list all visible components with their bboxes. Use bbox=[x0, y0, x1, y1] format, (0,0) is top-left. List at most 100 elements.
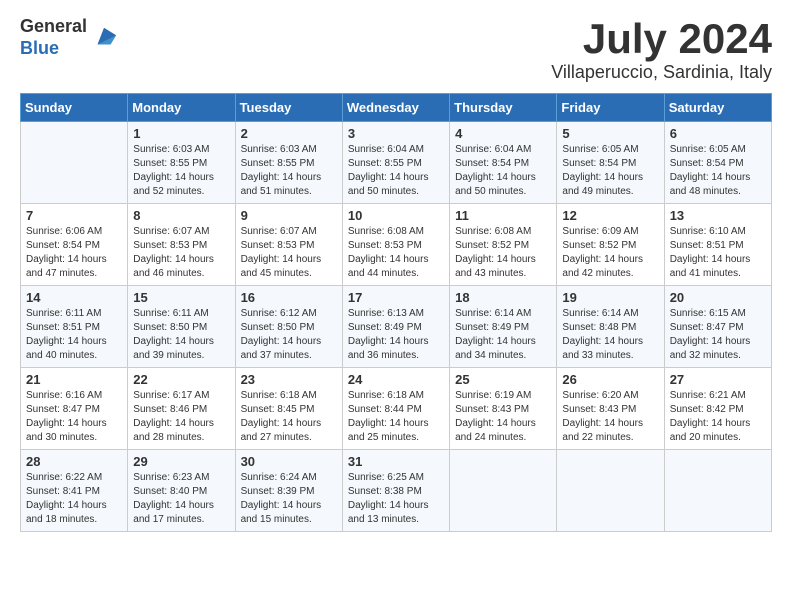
cell-info: Sunrise: 6:12 AMSunset: 8:50 PMDaylight:… bbox=[241, 307, 337, 363]
calendar-cell bbox=[21, 122, 128, 204]
calendar-cell: 30Sunrise: 6:24 AMSunset: 8:39 PMDayligh… bbox=[235, 450, 342, 532]
day-number: 16 bbox=[241, 290, 337, 305]
cell-info: Sunrise: 6:06 AMSunset: 8:54 PMDaylight:… bbox=[26, 225, 122, 281]
calendar-week-row: 1 Sunrise: 6:03 AMSunset: 8:55 PMDaylight… bbox=[21, 122, 772, 204]
weekday-header-saturday: Saturday bbox=[664, 94, 771, 122]
calendar-week-row: 21 Sunrise: 6:16 AMSunset: 8:47 PMDayligh… bbox=[21, 368, 772, 450]
calendar-cell: 31 Sunrise: 6:25 AMSunset: 8:38 PMDayligh… bbox=[342, 450, 449, 532]
calendar-cell bbox=[450, 450, 557, 532]
calendar-table: SundayMondayTuesdayWednesdayThursdayFrid… bbox=[20, 93, 772, 532]
day-number: 28 bbox=[26, 454, 122, 469]
day-number: 21 bbox=[26, 372, 122, 387]
cell-info: Sunrise: 6:08 AMSunset: 8:52 PMDaylight:… bbox=[455, 225, 551, 281]
calendar-cell: 15 Sunrise: 6:11 AMSunset: 8:50 PMDayligh… bbox=[128, 286, 235, 368]
logo-blue-text: Blue bbox=[20, 38, 87, 60]
calendar-cell: 5Sunrise: 6:05 AMSunset: 8:54 PMDaylight… bbox=[557, 122, 664, 204]
day-number: 25 bbox=[455, 372, 551, 387]
cell-info: Sunrise: 6:07 AMSunset: 8:53 PMDaylight:… bbox=[241, 225, 337, 281]
cell-info: Sunrise: 6:11 AMSunset: 8:50 PMDaylight:… bbox=[133, 307, 229, 363]
calendar-cell: 29 Sunrise: 6:23 AMSunset: 8:40 PMDayligh… bbox=[128, 450, 235, 532]
calendar-cell: 20Sunrise: 6:15 AMSunset: 8:47 PMDayligh… bbox=[664, 286, 771, 368]
weekday-header-sunday: Sunday bbox=[21, 94, 128, 122]
calendar-cell: 9Sunrise: 6:07 AMSunset: 8:53 PMDaylight… bbox=[235, 204, 342, 286]
calendar-cell: 16 Sunrise: 6:12 AMSunset: 8:50 PMDayligh… bbox=[235, 286, 342, 368]
calendar-cell: 3 Sunrise: 6:04 AMSunset: 8:55 PMDaylight… bbox=[342, 122, 449, 204]
cell-info: Sunrise: 6:18 AMSunset: 8:44 PMDaylight:… bbox=[348, 389, 444, 445]
logo-icon bbox=[90, 24, 118, 52]
day-number: 12 bbox=[562, 208, 658, 223]
day-number: 29 bbox=[133, 454, 229, 469]
cell-info: Sunrise: 6:08 AMSunset: 8:53 PMDaylight:… bbox=[348, 225, 444, 281]
weekday-header-tuesday: Tuesday bbox=[235, 94, 342, 122]
logo-general-text: General bbox=[20, 16, 87, 38]
calendar-week-row: 28 Sunrise: 6:22 AMSunset: 8:41 PMDayligh… bbox=[21, 450, 772, 532]
day-number: 5 bbox=[562, 126, 658, 141]
calendar-cell: 17 Sunrise: 6:13 AMSunset: 8:49 PMDayligh… bbox=[342, 286, 449, 368]
logo: General Blue bbox=[20, 16, 118, 59]
cell-info: Sunrise: 6:09 AMSunset: 8:52 PMDaylight:… bbox=[562, 225, 658, 281]
day-number: 6 bbox=[670, 126, 766, 141]
cell-info: Sunrise: 6:18 AMSunset: 8:45 PMDaylight:… bbox=[241, 389, 337, 445]
cell-info: Sunrise: 6:19 AMSunset: 8:43 PMDaylight:… bbox=[455, 389, 551, 445]
calendar-cell: 19Sunrise: 6:14 AMSunset: 8:48 PMDayligh… bbox=[557, 286, 664, 368]
weekday-header-friday: Friday bbox=[557, 94, 664, 122]
cell-info: Sunrise: 6:03 AMSunset: 8:55 PMDaylight:… bbox=[241, 143, 337, 199]
cell-info: Sunrise: 6:16 AMSunset: 8:47 PMDaylight:… bbox=[26, 389, 122, 445]
calendar-cell: 21 Sunrise: 6:16 AMSunset: 8:47 PMDayligh… bbox=[21, 368, 128, 450]
calendar-cell: 7 Sunrise: 6:06 AMSunset: 8:54 PMDaylight… bbox=[21, 204, 128, 286]
calendar-cell: 4 Sunrise: 6:04 AMSunset: 8:54 PMDaylight… bbox=[450, 122, 557, 204]
calendar-cell: 10 Sunrise: 6:08 AMSunset: 8:53 PMDayligh… bbox=[342, 204, 449, 286]
day-number: 19 bbox=[562, 290, 658, 305]
cell-info: Sunrise: 6:07 AMSunset: 8:53 PMDaylight:… bbox=[133, 225, 229, 281]
day-number: 10 bbox=[348, 208, 444, 223]
weekday-header-monday: Monday bbox=[128, 94, 235, 122]
cell-info: Sunrise: 6:13 AMSunset: 8:49 PMDaylight:… bbox=[348, 307, 444, 363]
calendar-cell: 13 Sunrise: 6:10 AMSunset: 8:51 PMDayligh… bbox=[664, 204, 771, 286]
calendar-cell bbox=[557, 450, 664, 532]
calendar-cell: 1Sunrise: 6:03 AMSunset: 8:55 PMDaylight… bbox=[128, 122, 235, 204]
cell-info: Sunrise: 6:20 AMSunset: 8:43 PMDaylight:… bbox=[562, 389, 658, 445]
day-number: 3 bbox=[348, 126, 444, 141]
cell-info: Sunrise: 6:14 AMSunset: 8:49 PMDaylight:… bbox=[455, 307, 551, 363]
day-number: 8 bbox=[133, 208, 229, 223]
calendar-cell: 23Sunrise: 6:18 AMSunset: 8:45 PMDayligh… bbox=[235, 368, 342, 450]
calendar-cell: 6 Sunrise: 6:05 AMSunset: 8:54 PMDaylight… bbox=[664, 122, 771, 204]
calendar-cell: 24Sunrise: 6:18 AMSunset: 8:44 PMDayligh… bbox=[342, 368, 449, 450]
cell-info: Sunrise: 6:04 AMSunset: 8:55 PMDaylight:… bbox=[348, 143, 444, 199]
weekday-header-thursday: Thursday bbox=[450, 94, 557, 122]
cell-info: Sunrise: 6:17 AMSunset: 8:46 PMDaylight:… bbox=[133, 389, 229, 445]
cell-info: Sunrise: 6:10 AMSunset: 8:51 PMDaylight:… bbox=[670, 225, 766, 281]
calendar-cell: 14 Sunrise: 6:11 AMSunset: 8:51 PMDayligh… bbox=[21, 286, 128, 368]
month-year-title: July 2024 bbox=[551, 16, 772, 62]
day-number: 15 bbox=[133, 290, 229, 305]
cell-info: Sunrise: 6:11 AMSunset: 8:51 PMDaylight:… bbox=[26, 307, 122, 363]
cell-info: Sunrise: 6:21 AMSunset: 8:42 PMDaylight:… bbox=[670, 389, 766, 445]
cell-info: Sunrise: 6:15 AMSunset: 8:47 PMDaylight:… bbox=[670, 307, 766, 363]
day-number: 26 bbox=[562, 372, 658, 387]
day-number: 13 bbox=[670, 208, 766, 223]
cell-info: Sunrise: 6:25 AMSunset: 8:38 PMDaylight:… bbox=[348, 471, 444, 527]
day-number: 14 bbox=[26, 290, 122, 305]
cell-info: Sunrise: 6:23 AMSunset: 8:40 PMDaylight:… bbox=[133, 471, 229, 527]
calendar-week-row: 14 Sunrise: 6:11 AMSunset: 8:51 PMDayligh… bbox=[21, 286, 772, 368]
cell-info: Sunrise: 6:05 AMSunset: 8:54 PMDaylight:… bbox=[670, 143, 766, 199]
cell-info: Sunrise: 6:22 AMSunset: 8:41 PMDaylight:… bbox=[26, 471, 122, 527]
day-number: 27 bbox=[670, 372, 766, 387]
weekday-header-row: SundayMondayTuesdayWednesdayThursdayFrid… bbox=[21, 94, 772, 122]
day-number: 11 bbox=[455, 208, 551, 223]
cell-info: Sunrise: 6:04 AMSunset: 8:54 PMDaylight:… bbox=[455, 143, 551, 199]
day-number: 31 bbox=[348, 454, 444, 469]
calendar-cell: 11 Sunrise: 6:08 AMSunset: 8:52 PMDayligh… bbox=[450, 204, 557, 286]
calendar-cell bbox=[664, 450, 771, 532]
calendar-cell: 18 Sunrise: 6:14 AMSunset: 8:49 PMDayligh… bbox=[450, 286, 557, 368]
day-number: 1 bbox=[133, 126, 229, 141]
calendar-cell: 28 Sunrise: 6:22 AMSunset: 8:41 PMDayligh… bbox=[21, 450, 128, 532]
calendar-cell: 22 Sunrise: 6:17 AMSunset: 8:46 PMDayligh… bbox=[128, 368, 235, 450]
weekday-header-wednesday: Wednesday bbox=[342, 94, 449, 122]
day-number: 18 bbox=[455, 290, 551, 305]
day-number: 4 bbox=[455, 126, 551, 141]
day-number: 2 bbox=[241, 126, 337, 141]
day-number: 22 bbox=[133, 372, 229, 387]
day-number: 7 bbox=[26, 208, 122, 223]
day-number: 17 bbox=[348, 290, 444, 305]
